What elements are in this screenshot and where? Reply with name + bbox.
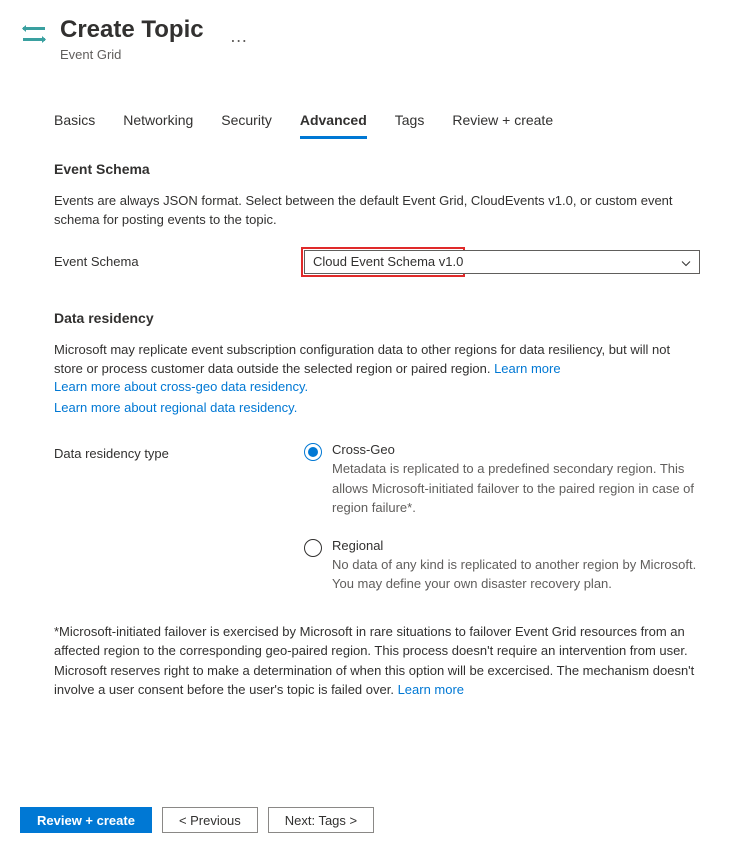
event-schema-label: Event Schema — [54, 250, 304, 269]
radio-cross-geo-label: Cross-Geo — [332, 442, 700, 457]
tab-networking[interactable]: Networking — [123, 112, 193, 139]
event-schema-description: Events are always JSON format. Select be… — [54, 191, 700, 230]
page-subtitle: Event Grid — [60, 47, 204, 62]
tab-review-create[interactable]: Review + create — [452, 112, 553, 139]
cross-geo-link[interactable]: Learn more about cross-geo data residenc… — [54, 379, 308, 394]
regional-link[interactable]: Learn more about regional data residency… — [54, 400, 297, 415]
radio-regional-label: Regional — [332, 538, 700, 553]
page-header: Create Topic Event Grid … — [0, 0, 754, 82]
data-residency-heading: Data residency — [54, 310, 700, 326]
data-residency-type-label: Data residency type — [54, 442, 304, 461]
tab-tags[interactable]: Tags — [395, 112, 425, 139]
more-button[interactable]: … — [222, 22, 257, 51]
chevron-down-icon — [681, 254, 691, 269]
next-button[interactable]: Next: Tags > — [268, 807, 374, 833]
event-schema-select[interactable]: Cloud Event Schema v1.0 — [304, 250, 700, 274]
data-residency-radio-group: Cross-Geo Metadata is replicated to a pr… — [304, 442, 700, 594]
review-create-button[interactable]: Review + create — [20, 807, 152, 833]
footnote: *Microsoft-initiated failover is exercis… — [54, 622, 700, 700]
data-residency-description: Microsoft may replicate event subscripti… — [54, 340, 700, 419]
radio-cross-geo-desc: Metadata is replicated to a predefined s… — [332, 459, 700, 518]
page-title: Create Topic — [60, 16, 204, 45]
radio-regional[interactable] — [304, 539, 322, 557]
previous-button[interactable]: < Previous — [162, 807, 258, 833]
tab-bar: Basics Networking Security Advanced Tags… — [54, 112, 700, 139]
tab-advanced[interactable]: Advanced — [300, 112, 367, 139]
event-grid-icon — [20, 20, 48, 48]
footer-buttons: Review + create < Previous Next: Tags > — [20, 807, 374, 833]
learn-more-link[interactable]: Learn more — [494, 361, 560, 376]
radio-regional-desc: No data of any kind is replicated to ano… — [332, 555, 700, 594]
radio-cross-geo[interactable] — [304, 443, 322, 461]
event-schema-heading: Event Schema — [54, 161, 700, 177]
footnote-learn-more-link[interactable]: Learn more — [398, 682, 464, 697]
tab-basics[interactable]: Basics — [54, 112, 95, 139]
tab-security[interactable]: Security — [221, 112, 272, 139]
event-schema-value: Cloud Event Schema v1.0 — [313, 254, 463, 269]
